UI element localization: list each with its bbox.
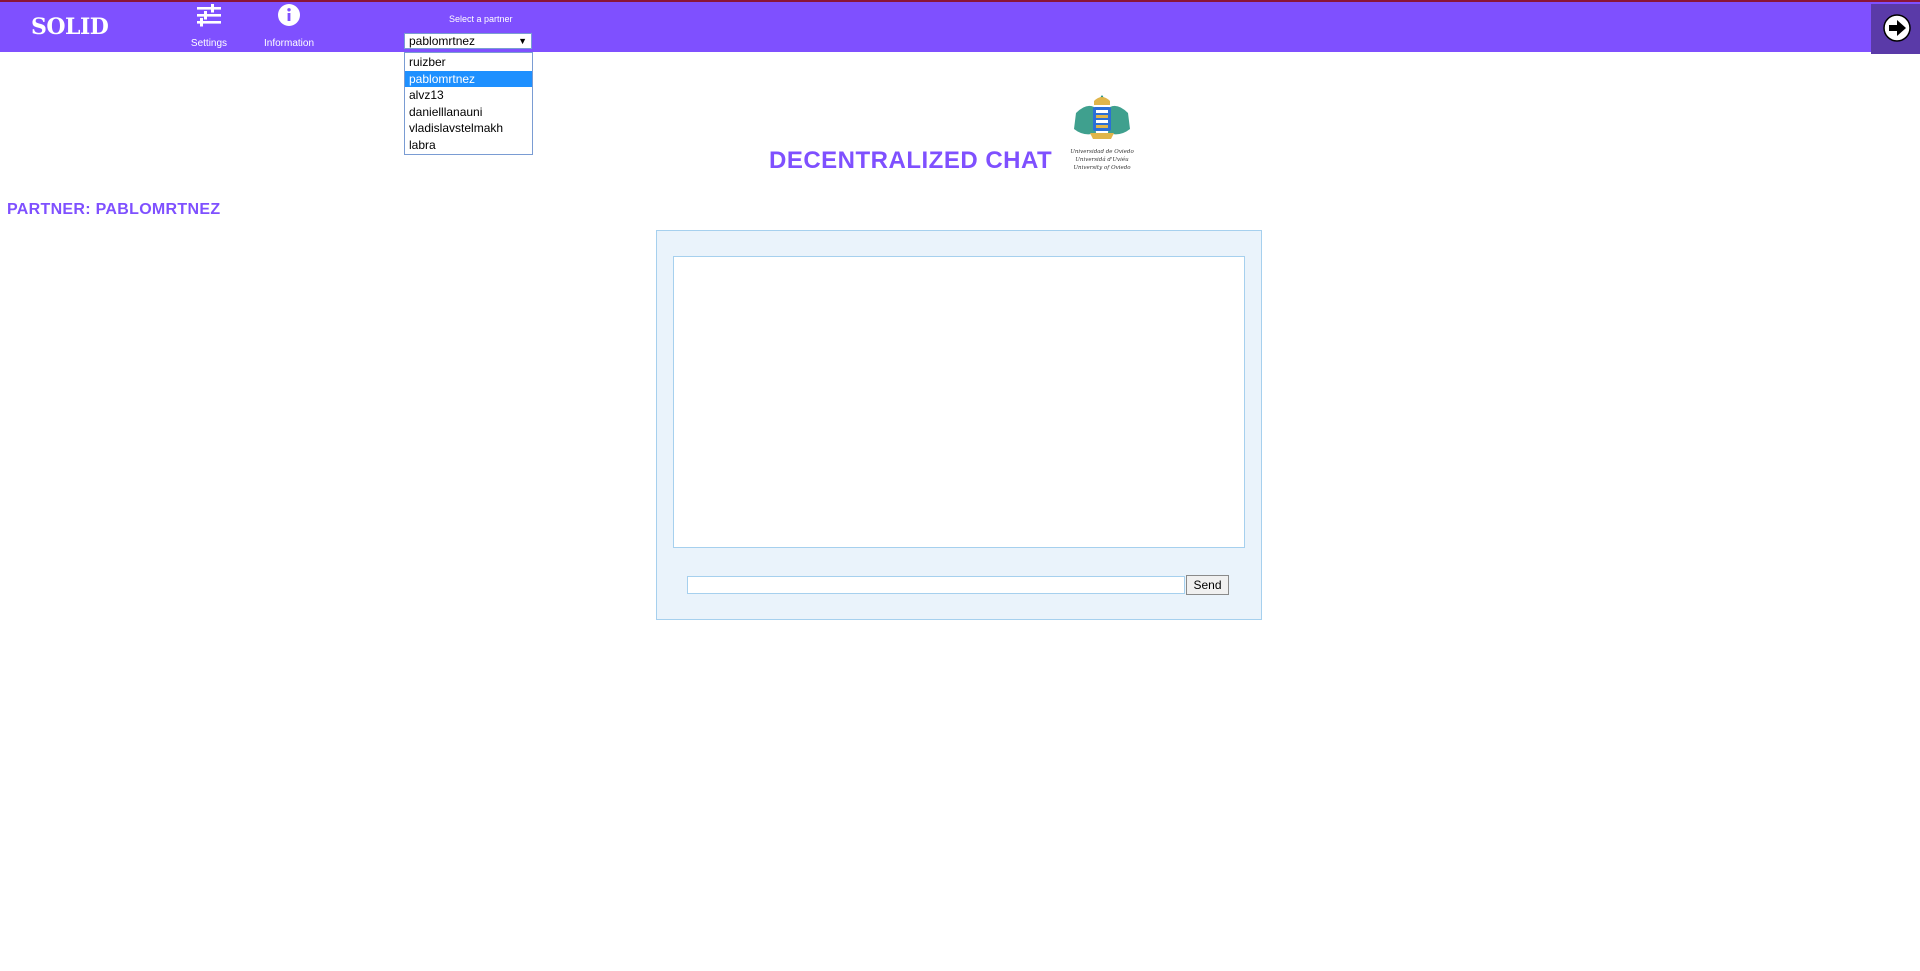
messages-area[interactable] [673,256,1245,548]
sliders-icon [196,3,222,32]
logout-button[interactable] [1871,4,1920,54]
university-crest-logo [1074,95,1130,139]
logo-text-ast: Universidá d'Uviéu [1075,157,1129,163]
partner-select-label: Select a partner [449,14,513,24]
logo-text-en: University of Oviedo [1073,165,1131,171]
partner-option-ruizber[interactable]: ruizber [405,54,532,71]
university-logo: Universidad de Oviedo Universidá d'Uviéu… [1066,93,1138,172]
partner-option-pablomrtnez[interactable]: pablomrtnez [405,70,532,87]
partner-heading: PARTNER: PABLOMRTNEZ [7,201,221,218]
message-input[interactable] [687,576,1185,594]
logout-icon [1883,14,1911,42]
partner-select[interactable]: pablomrtnez ▼ [404,33,532,49]
information-label: Information [263,38,315,49]
dropdown-arrow-icon: ▼ [518,36,527,46]
page-title: DECENTRALIZED CHAT [769,147,1053,174]
chat-panel: Send [656,230,1262,620]
partner-select-value: pablomrtnez [409,34,476,48]
info-icon [277,3,301,32]
top-navbar: SOLID Settings Information Select a part… [0,2,1920,54]
logo-text-es: Universidad de Oviedo [1070,149,1134,155]
send-button[interactable]: Send [1186,575,1229,595]
partner-dropdown-list: ruizber pablomrtnez alvz13 danielllanaun… [404,52,533,155]
partner-option-vladislavstelmakh[interactable]: vladislavstelmakh [405,120,532,137]
brand-logo[interactable]: SOLID [31,14,109,40]
information-nav-button[interactable]: Information [259,2,319,52]
settings-label: Settings [190,38,228,49]
partner-option-labra[interactable]: labra [405,137,532,154]
partner-option-danielllanauni[interactable]: danielllanauni [405,104,532,121]
partner-option-alvz13[interactable]: alvz13 [405,87,532,104]
settings-nav-button[interactable]: Settings [186,2,232,52]
